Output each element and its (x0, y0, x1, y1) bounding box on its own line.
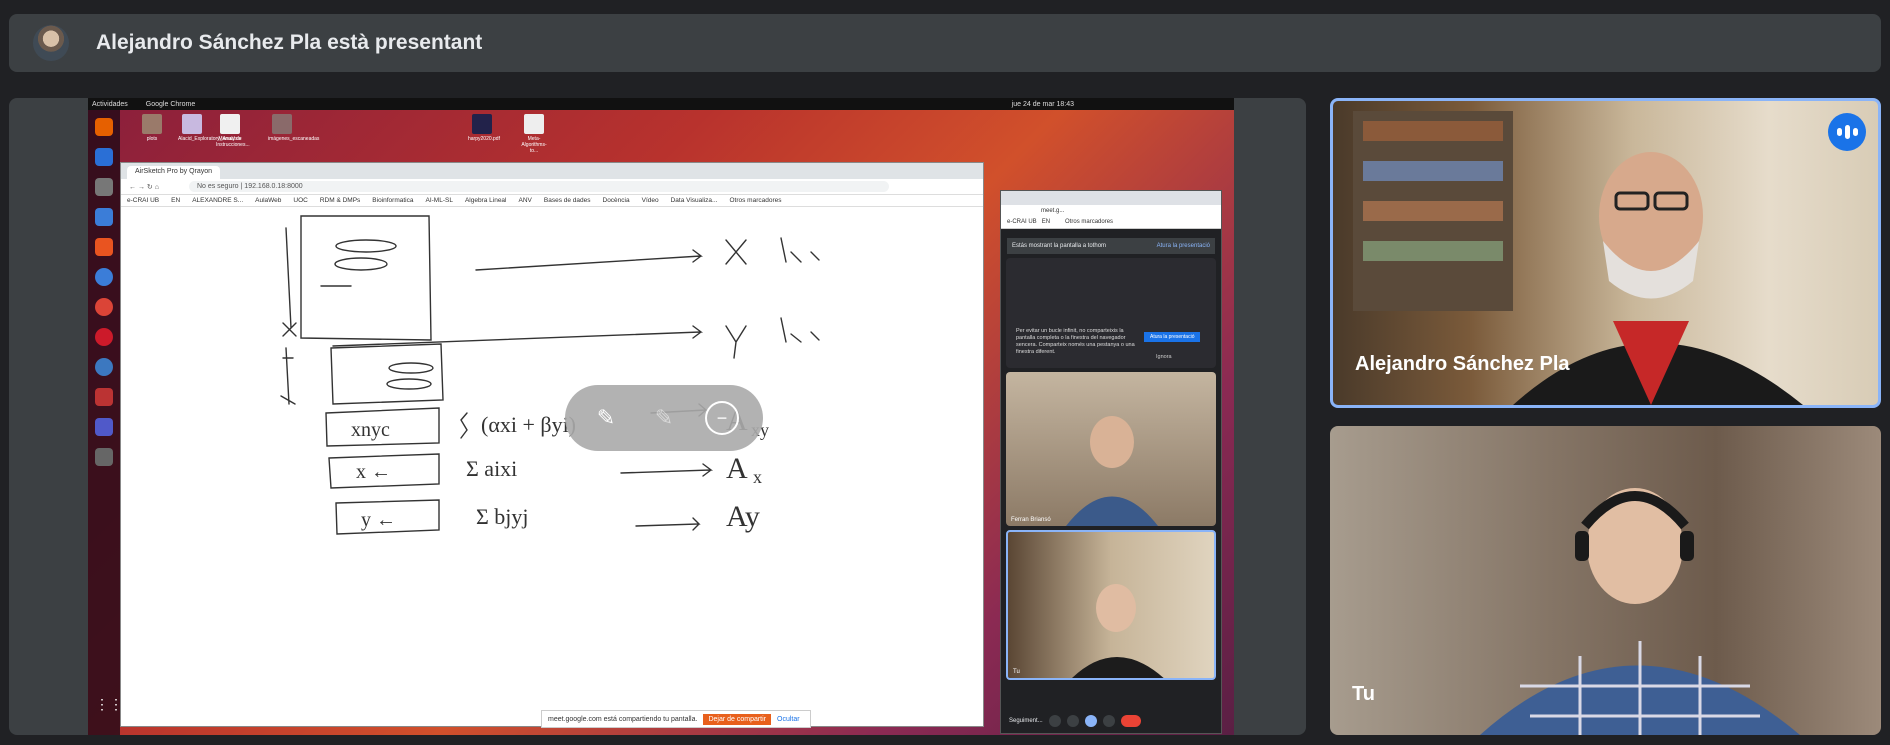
meet-address-bar[interactable]: meet.g... (1001, 205, 1221, 219)
meet-browser-window: meet.g... e-CRAI UB EN Otros marcadores … (1000, 190, 1222, 734)
bookmark[interactable]: Docència (603, 197, 630, 204)
bookmark[interactable]: RDM & DMPs (320, 197, 360, 204)
opera-icon[interactable] (95, 328, 113, 346)
stop-sharing-button[interactable]: Dejar de compartir (703, 713, 772, 725)
bookmarks-bar: e-CRAI UB EN ALEXANDRE S... AulaWeb UOC … (121, 195, 983, 207)
infinite-loop-warning: Per evitar un bucle infinit, no comparte… (1016, 328, 1135, 355)
participant-name-label: Alejandro Sánchez Pla (1355, 353, 1570, 375)
pen-disabled-icon[interactable]: ✎ (647, 401, 681, 435)
svg-text:Σ bjyj: Σ bjyj (476, 504, 529, 529)
firefox-icon[interactable] (95, 118, 113, 136)
desktop-icon: Manual de Instrucciones... (216, 114, 250, 148)
svg-text:(αxi + βyi): (αxi + βyi) (481, 412, 576, 437)
camera-icon[interactable] (1066, 715, 1079, 727)
airsketch-browser-window: AirSketch Pro by Qrayon ← → ↻ ⌂ No es se… (120, 162, 984, 727)
bookmark[interactable]: Data Visualiza... (671, 197, 718, 204)
speaking-indicator-icon (1828, 113, 1866, 151)
airsketch-floating-controls: ✎ ✎ − (565, 385, 763, 451)
browser-address-bar: ← → ↻ ⌂ No es seguro | 192.168.0.18:8000 (121, 179, 983, 195)
desktop-icon: Alacid_Exploratory_Analysis (178, 114, 241, 142)
svg-text:A: A (726, 452, 748, 485)
meet-bookmarks: e-CRAI UB EN Otros marcadores (1001, 219, 1221, 229)
apps-grid-icon[interactable]: ⋮⋮ (95, 696, 123, 714)
minus-circle-icon[interactable]: − (705, 401, 739, 435)
present-icon[interactable] (1084, 715, 1097, 727)
clock: jue 24 de mar 18:43 (1011, 100, 1074, 108)
activities-label: Actividades (92, 100, 128, 108)
desktop-icon: imágenes_escaneadas (268, 114, 319, 142)
participant-tile-self[interactable]: Tu (1330, 426, 1881, 735)
bookmark[interactable]: AulaWeb (255, 197, 281, 204)
files-icon[interactable] (95, 178, 113, 196)
bookmark[interactable]: Bases de dades (544, 197, 591, 204)
more-options-icon[interactable] (1102, 715, 1115, 727)
self-video-small (1072, 584, 1164, 678)
svg-text:Σ aixi: Σ aixi (466, 456, 517, 481)
bookmark[interactable]: e-CRAI UB (127, 197, 159, 204)
screen-sharing-bar: meet.google.com está compartiendo tu pan… (541, 710, 811, 728)
desktop-icon: Meta-Algorithms-to... (520, 114, 548, 154)
svg-text:Ay: Ay (726, 500, 760, 533)
presenting-notice: Estás mostrant la pantalla a tothom Atur… (1007, 238, 1215, 254)
presentation-header: Alejandro Sánchez Pla està presentant (9, 14, 1881, 72)
svg-text:y ←: y ← (361, 509, 396, 531)
bookmark[interactable]: ALEXANDRE S... (192, 197, 243, 204)
stop-presenting-button[interactable]: Atura la presentació (1144, 332, 1201, 342)
mic-icon[interactable] (1048, 715, 1061, 727)
browser-tab-strip: AirSketch Pro by Qrayon (121, 163, 983, 179)
app-icon[interactable] (95, 388, 113, 406)
browser-tab[interactable]: AirSketch Pro by Qrayon (127, 166, 221, 179)
stop-presenting-link[interactable]: Atura la presentació (1157, 243, 1210, 249)
ignore-button[interactable]: Ignora (1156, 354, 1172, 360)
desktop-icon: harpy2020.pdf (468, 114, 500, 142)
chrome-icon[interactable] (95, 298, 113, 316)
svg-text:xnyc: xnyc (351, 419, 390, 441)
handwriting-sketch: xnyc (αxi + βyi) A xy x ← Σ aixi A x y ←… (280, 215, 820, 535)
pen-off-icon[interactable]: ✎ (589, 401, 623, 435)
meet-tab-strip (1001, 191, 1221, 205)
participant-tile-small: Ferran Briansó (1006, 372, 1216, 526)
end-call-icon[interactable] (1120, 715, 1141, 727)
url-field[interactable]: No es seguro | 192.168.0.18:8000 (188, 181, 889, 192)
self-label-small: Tu (1013, 669, 1020, 675)
r-icon[interactable] (95, 358, 113, 376)
bookmark[interactable]: ANV (519, 197, 532, 204)
software-icon[interactable] (95, 238, 113, 256)
self-tile-small: Tu (1006, 530, 1216, 680)
desktop-icon: plots (138, 114, 166, 142)
teams-icon[interactable] (95, 418, 113, 436)
bookmark[interactable]: Bioinformatica (372, 197, 413, 204)
thunderbird-icon[interactable] (95, 148, 113, 166)
help-icon[interactable] (95, 268, 113, 286)
ubuntu-top-bar: Actividades Google Chrome jue 24 de mar … (88, 98, 1234, 110)
bookmark[interactable]: UOC (293, 197, 307, 204)
svg-text:x: x (753, 467, 762, 487)
presenter-title: Alejandro Sánchez Pla està presentant (96, 31, 483, 54)
other-bookmarks[interactable]: Otros marcadores (729, 197, 781, 204)
bookmark[interactable]: AI-ML-SL (425, 197, 452, 204)
hide-button[interactable]: Ocultar (777, 716, 800, 723)
app-label: Google Chrome (145, 100, 196, 108)
whiteboard-canvas[interactable]: xnyc (αxi + βyi) A xy x ← Σ aixi A x y ←… (121, 208, 983, 726)
presentation-stage: Actividades Google Chrome jue 24 de mar … (9, 98, 1306, 735)
participant-tile-presenter[interactable]: Alejandro Sánchez Pla (1330, 98, 1881, 408)
participant-video-small (1066, 416, 1158, 526)
bookmark[interactable]: EN (171, 197, 180, 204)
self-video (1480, 488, 1800, 735)
usb-icon[interactable] (95, 448, 113, 466)
document-icon[interactable] (95, 208, 113, 226)
svg-text:x ←: x ← (356, 461, 391, 483)
participant-name-label: Tu (1352, 683, 1375, 705)
mirror-preview-tile: Per evitar un bucle infinit, no comparte… (1006, 258, 1216, 368)
participant-name: Ferran Briansó (1011, 517, 1051, 523)
presenter-avatar (33, 25, 69, 61)
bookmark[interactable]: Vídeo (642, 197, 659, 204)
bookmark[interactable]: Algebra Lineal (465, 197, 507, 204)
meet-mini-controls: Seguiment... (1001, 709, 1221, 733)
nav-arrows-icon[interactable]: ← → ↻ ⌂ (129, 183, 159, 191)
shared-screen: Actividades Google Chrome jue 24 de mar … (88, 98, 1234, 735)
ubuntu-dock: ⋮⋮ (88, 110, 123, 735)
